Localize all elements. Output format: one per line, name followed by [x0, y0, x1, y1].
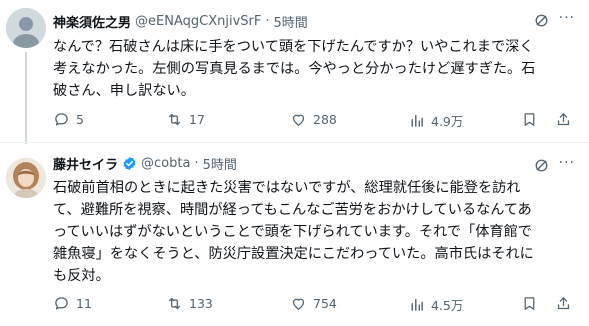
- repost-count: 133: [189, 296, 213, 311]
- reply-count: 5: [76, 112, 84, 127]
- share-button[interactable]: [555, 295, 572, 312]
- bookmark-icon: [524, 297, 535, 310]
- author-handle[interactable]: @cobta: [141, 156, 190, 171]
- tweet-actions: 11 133 754 4.5万: [53, 295, 573, 315]
- timestamp[interactable]: 5時間: [273, 12, 307, 31]
- grok-icon[interactable]: [534, 13, 549, 28]
- share-icon: [557, 297, 570, 310]
- views-icon: [411, 114, 423, 127]
- author-handle[interactable]: @eENAqgCXnjivSrF: [135, 14, 261, 29]
- heart-icon: [292, 114, 305, 126]
- tweet-1[interactable]: 神楽須佐之男 @eENAqgCXnjivSrF · 5時間 ··· なんで？石破…: [0, 0, 589, 144]
- tweet-2[interactable]: 藤井セイラ @cobta · 5時間 ··· 石破前首相のときに起きた災害ではな…: [0, 143, 589, 326]
- author-name[interactable]: 藤井セイラ: [53, 154, 118, 173]
- reply-icon: [55, 297, 68, 310]
- bookmark-button[interactable]: [521, 295, 538, 312]
- grok-icon[interactable]: [534, 158, 549, 173]
- bookmark-button[interactable]: [521, 111, 538, 128]
- reply-button[interactable]: 5: [53, 111, 84, 128]
- avatar[interactable]: [6, 158, 46, 198]
- share-icon: [557, 113, 570, 126]
- timestamp[interactable]: 5時間: [203, 154, 237, 173]
- reply-count: 11: [76, 296, 92, 311]
- repost-icon: [168, 297, 181, 310]
- like-count: 288: [313, 112, 337, 127]
- author-name[interactable]: 神楽須佐之男: [53, 12, 131, 31]
- views-icon: [411, 298, 423, 311]
- separator: ·: [265, 14, 270, 29]
- views-button[interactable]: 4.9万: [408, 111, 463, 130]
- like-button[interactable]: 288: [290, 111, 337, 128]
- repost-count: 17: [189, 112, 205, 127]
- share-button[interactable]: [555, 111, 572, 128]
- separator: ·: [194, 156, 199, 171]
- more-options-button[interactable]: ···: [559, 10, 575, 26]
- tweet-actions: 5 17 288 4.9万: [53, 111, 573, 131]
- reply-button[interactable]: 11: [53, 295, 92, 312]
- more-options-button[interactable]: ···: [559, 155, 575, 171]
- repost-icon: [168, 113, 181, 126]
- like-count: 754: [313, 296, 337, 311]
- reply-icon: [55, 113, 68, 126]
- views-button[interactable]: 4.5万: [408, 295, 463, 314]
- tweet-text: 石破前首相のときに起きた災害ではないですが、総理就任後に能登を訪れ て、避難所を…: [53, 180, 534, 284]
- tweet-text: なんで？石破さんは床に手をついて頭を下げたんですか？いやこれまで深く 考えなかっ…: [53, 39, 536, 99]
- view-count: 4.5万: [431, 298, 464, 313]
- repost-button[interactable]: 133: [166, 295, 213, 312]
- repost-button[interactable]: 17: [166, 111, 205, 128]
- heart-icon: [292, 298, 305, 310]
- bookmark-icon: [524, 113, 535, 126]
- like-button[interactable]: 754: [290, 295, 337, 312]
- thread-line: [25, 52, 27, 144]
- verified-badge-icon[interactable]: [122, 156, 137, 171]
- view-count: 4.9万: [431, 114, 464, 129]
- avatar[interactable]: [6, 8, 46, 48]
